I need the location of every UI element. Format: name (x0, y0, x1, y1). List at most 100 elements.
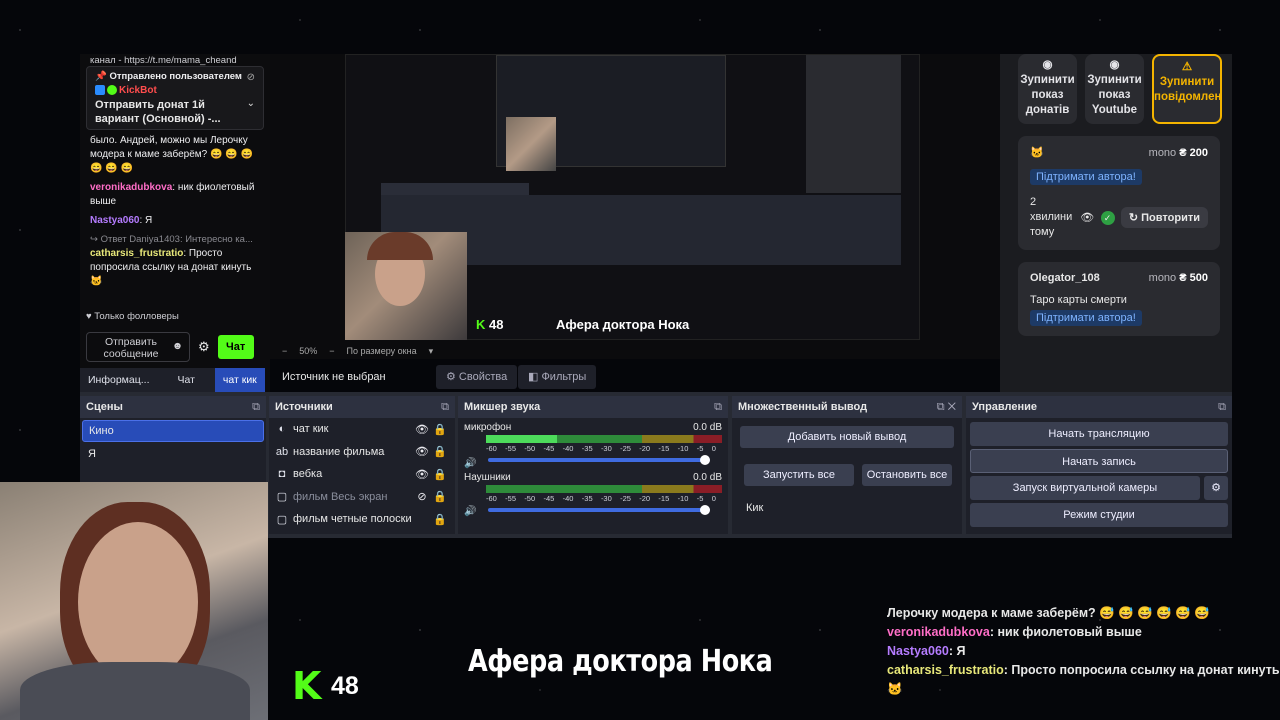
stop-donations-button[interactable]: ◉ Зупинити показ донатів (1018, 54, 1077, 124)
zoom-out-icon[interactable]: − (282, 346, 287, 357)
chevron-down-icon[interactable]: ▾ (429, 346, 434, 357)
source-item[interactable]: ▢ фильм Весь экран ⊘ 🔒 (269, 486, 455, 509)
window-icon: ▢ (276, 513, 288, 526)
start-stream-button[interactable]: Начать трансляцию (970, 422, 1228, 446)
support-author-tag[interactable]: Підтримати автора! (1030, 169, 1142, 185)
zoom-level: 50% (299, 346, 318, 356)
pinned-username: KickBot (119, 85, 157, 96)
nested-movie-title: Афера доктора Нока (556, 317, 690, 332)
properties-button[interactable]: ⚙ Свойства (436, 365, 518, 389)
pinned-message[interactable]: 📌 Отправлено пользователем KickBot Отпра… (86, 66, 264, 130)
audio-meter (486, 435, 722, 443)
unpin-icon[interactable]: ⊘ (247, 71, 255, 85)
virtual-camera-button[interactable]: Запуск виртуальной камеры (970, 476, 1200, 500)
hidden-icon: ⊘ (417, 491, 427, 504)
source-item[interactable]: ab название фильма 👁 🔒 (269, 441, 455, 464)
kick-output-label: Кик (746, 502, 764, 514)
donation-panel: ◉ Зупинити показ донатів ◉ Зупинити показ … (1000, 54, 1232, 394)
meter-scale: -60 -55 -50 -45 -40 -35 -30 -25 -20 -15 -10 -5 0 (486, 494, 716, 503)
donation-card: Olegator_108 mono ₴ 500 Таро карты смерти… (1018, 262, 1220, 336)
dock-undock-icon[interactable]: ⧉ (252, 396, 260, 418)
nested-kick-logo: K 48 (476, 317, 504, 332)
reply-reference[interactable]: ↪ Ответ Daniya1403: Интересно ка... (90, 233, 260, 247)
obs-preview[interactable]: Афера доктора Нока K 48 − 50% − По разме… (270, 54, 1000, 359)
tab-kick-chat[interactable]: чат кик (214, 368, 265, 392)
source-item[interactable]: ◘ вебка 👁 🔒 (269, 463, 455, 486)
gear-icon[interactable]: ⚙ (1204, 476, 1228, 500)
add-output-button[interactable]: Добавить новый вывод (740, 426, 954, 448)
lock-icon: 🔒 (433, 446, 447, 459)
verified-icon (107, 85, 117, 96)
chat-message: было. Андрей, можно мы Лерочку модера к … (90, 135, 253, 174)
lock-icon: 🔒 (433, 513, 447, 526)
stop-youtube-button[interactable]: ◉ Зупинити показ Youtube (1085, 54, 1144, 124)
meter-scale: -60 -55 -50 -45 -40 -35 -30 -25 -20 -15 -10 -5 0 (486, 444, 716, 453)
repeat-button[interactable]: ↻ Повторити (1120, 207, 1208, 228)
chat-message-input[interactable]: Отправить сообщение ☻ (86, 332, 190, 362)
lock-icon: 🔒 (433, 423, 447, 436)
nested-webcam (345, 232, 467, 340)
scene-item[interactable]: Кино (82, 420, 264, 442)
chat-send-button[interactable]: Чат (217, 335, 254, 359)
visibility-icon: 👁 (415, 446, 429, 459)
warning-icon: ⚠ (1181, 61, 1193, 73)
chat-message: Nastya060: Я (90, 215, 153, 226)
start-all-button[interactable]: Запустить все (744, 464, 854, 486)
text-icon: ab (275, 445, 289, 458)
multi-output-dock: Множественный вывод ⧉ ✕ Добавить новый вы… (732, 396, 962, 534)
controls-dock: Управление ⧉ Начать трансляцию Начать зап… (966, 396, 1232, 534)
movie-title: Афера доктора Нока (468, 644, 773, 679)
chat-top-cut: канал - https://t.me/mama_cheand (90, 56, 237, 66)
close-icon[interactable]: ⧉ ✕ (937, 396, 956, 418)
viewer-count: 48 (331, 672, 359, 700)
zoom-in-icon[interactable]: − (329, 346, 334, 357)
settings-gear-icon[interactable]: ⚙ (198, 340, 210, 354)
overlay-chat-message: catharsis_frustratio: Просто попросила с… (887, 663, 1280, 696)
filters-button[interactable]: ◧ Фильтры (518, 365, 597, 389)
tab-info[interactable]: Информац... (80, 368, 158, 392)
studio-mode-button[interactable]: Режим студии (970, 503, 1228, 527)
donation-text: Таро карты смерти (1030, 294, 1127, 306)
overlay-chat: Лерочку модера к маме заберём? 😅 😅 😅 😅 😅… (887, 604, 1280, 699)
source-toolbar: Источник не выбран ⚙ Свойства ◧ Фильтры (270, 362, 1000, 392)
donor-name: Olegator_108 (1030, 272, 1100, 284)
dock-undock-icon[interactable]: ⧉ (1218, 396, 1226, 418)
emoji-icon[interactable]: ☻ (172, 340, 183, 352)
source-item[interactable]: ◐ чат кик 👁 🔒 (269, 418, 455, 441)
kick-logo-icon: K (292, 664, 322, 708)
donation-card: 🐱 mono ₴ 200 Підтримати автора! 2 хвилини… (1018, 136, 1220, 250)
overlay-chat-message: veronikadubkova: ник фиолетовый выше (887, 625, 1142, 639)
overlay-chat-message: Лерочку модера к маме заберём? 😅 😅 😅 😅 😅… (887, 606, 1210, 620)
mixer-channel: микрофон 0.0 dB -60 -55 -50 -45 -40 -35 -30 -25-… (464, 422, 722, 469)
cat-icon: 🐱 (1030, 147, 1044, 159)
eye-icon[interactable]: 👁 (1080, 211, 1094, 224)
source-item[interactable]: ▢ фильм четные полоски 🔒 (269, 508, 455, 531)
stop-all-button[interactable]: Остановить все (862, 464, 952, 486)
support-author-tag[interactable]: Підтримати автора! (1030, 310, 1142, 326)
chevron-down-icon[interactable]: ⌄ (247, 97, 255, 111)
audio-meter (486, 485, 722, 493)
check-icon[interactable]: ✓ (1100, 210, 1115, 225)
source-none-label: Источник не выбран (282, 371, 386, 383)
chat-message: catharsis_frustratio: Просто попросила с… (90, 248, 252, 287)
fit-dropdown[interactable]: По размеру окна (347, 346, 417, 357)
lock-icon: 🔒 (433, 468, 447, 481)
visibility-icon: 👁 (415, 468, 429, 481)
visibility-icon: 👁 (415, 423, 429, 436)
tab-chat[interactable]: Чат (157, 368, 215, 392)
stop-messages-button[interactable]: ⚠ Зупинити повідомлен (1152, 54, 1222, 124)
lock-icon: 🔒 (433, 491, 447, 504)
donation-amount: ₴ 200 (1179, 146, 1208, 159)
dock-undock-icon[interactable]: ⧉ (714, 396, 722, 418)
followers-only-label: ♥ Только фолловеры (86, 311, 179, 322)
pinned-text: Отправить донат 1й вариант (Основной) -.… (95, 99, 221, 125)
scene-item[interactable]: Я (82, 444, 264, 464)
camera-icon: ◘ (278, 468, 286, 481)
sources-dock: Источники ⧉ ◐ чат кик 👁 🔒 ab название фильма 👁… (269, 396, 455, 534)
dock-undock-icon[interactable]: ⧉ (441, 396, 449, 418)
start-recording-button[interactable]: Начать запись (970, 449, 1228, 473)
donation-time: 2 хвилини тому (1030, 196, 1073, 238)
speaker-icon[interactable]: 🔊 (464, 506, 476, 517)
volume-slider[interactable] (488, 505, 710, 515)
stop-icon: ◉ (1042, 59, 1053, 71)
